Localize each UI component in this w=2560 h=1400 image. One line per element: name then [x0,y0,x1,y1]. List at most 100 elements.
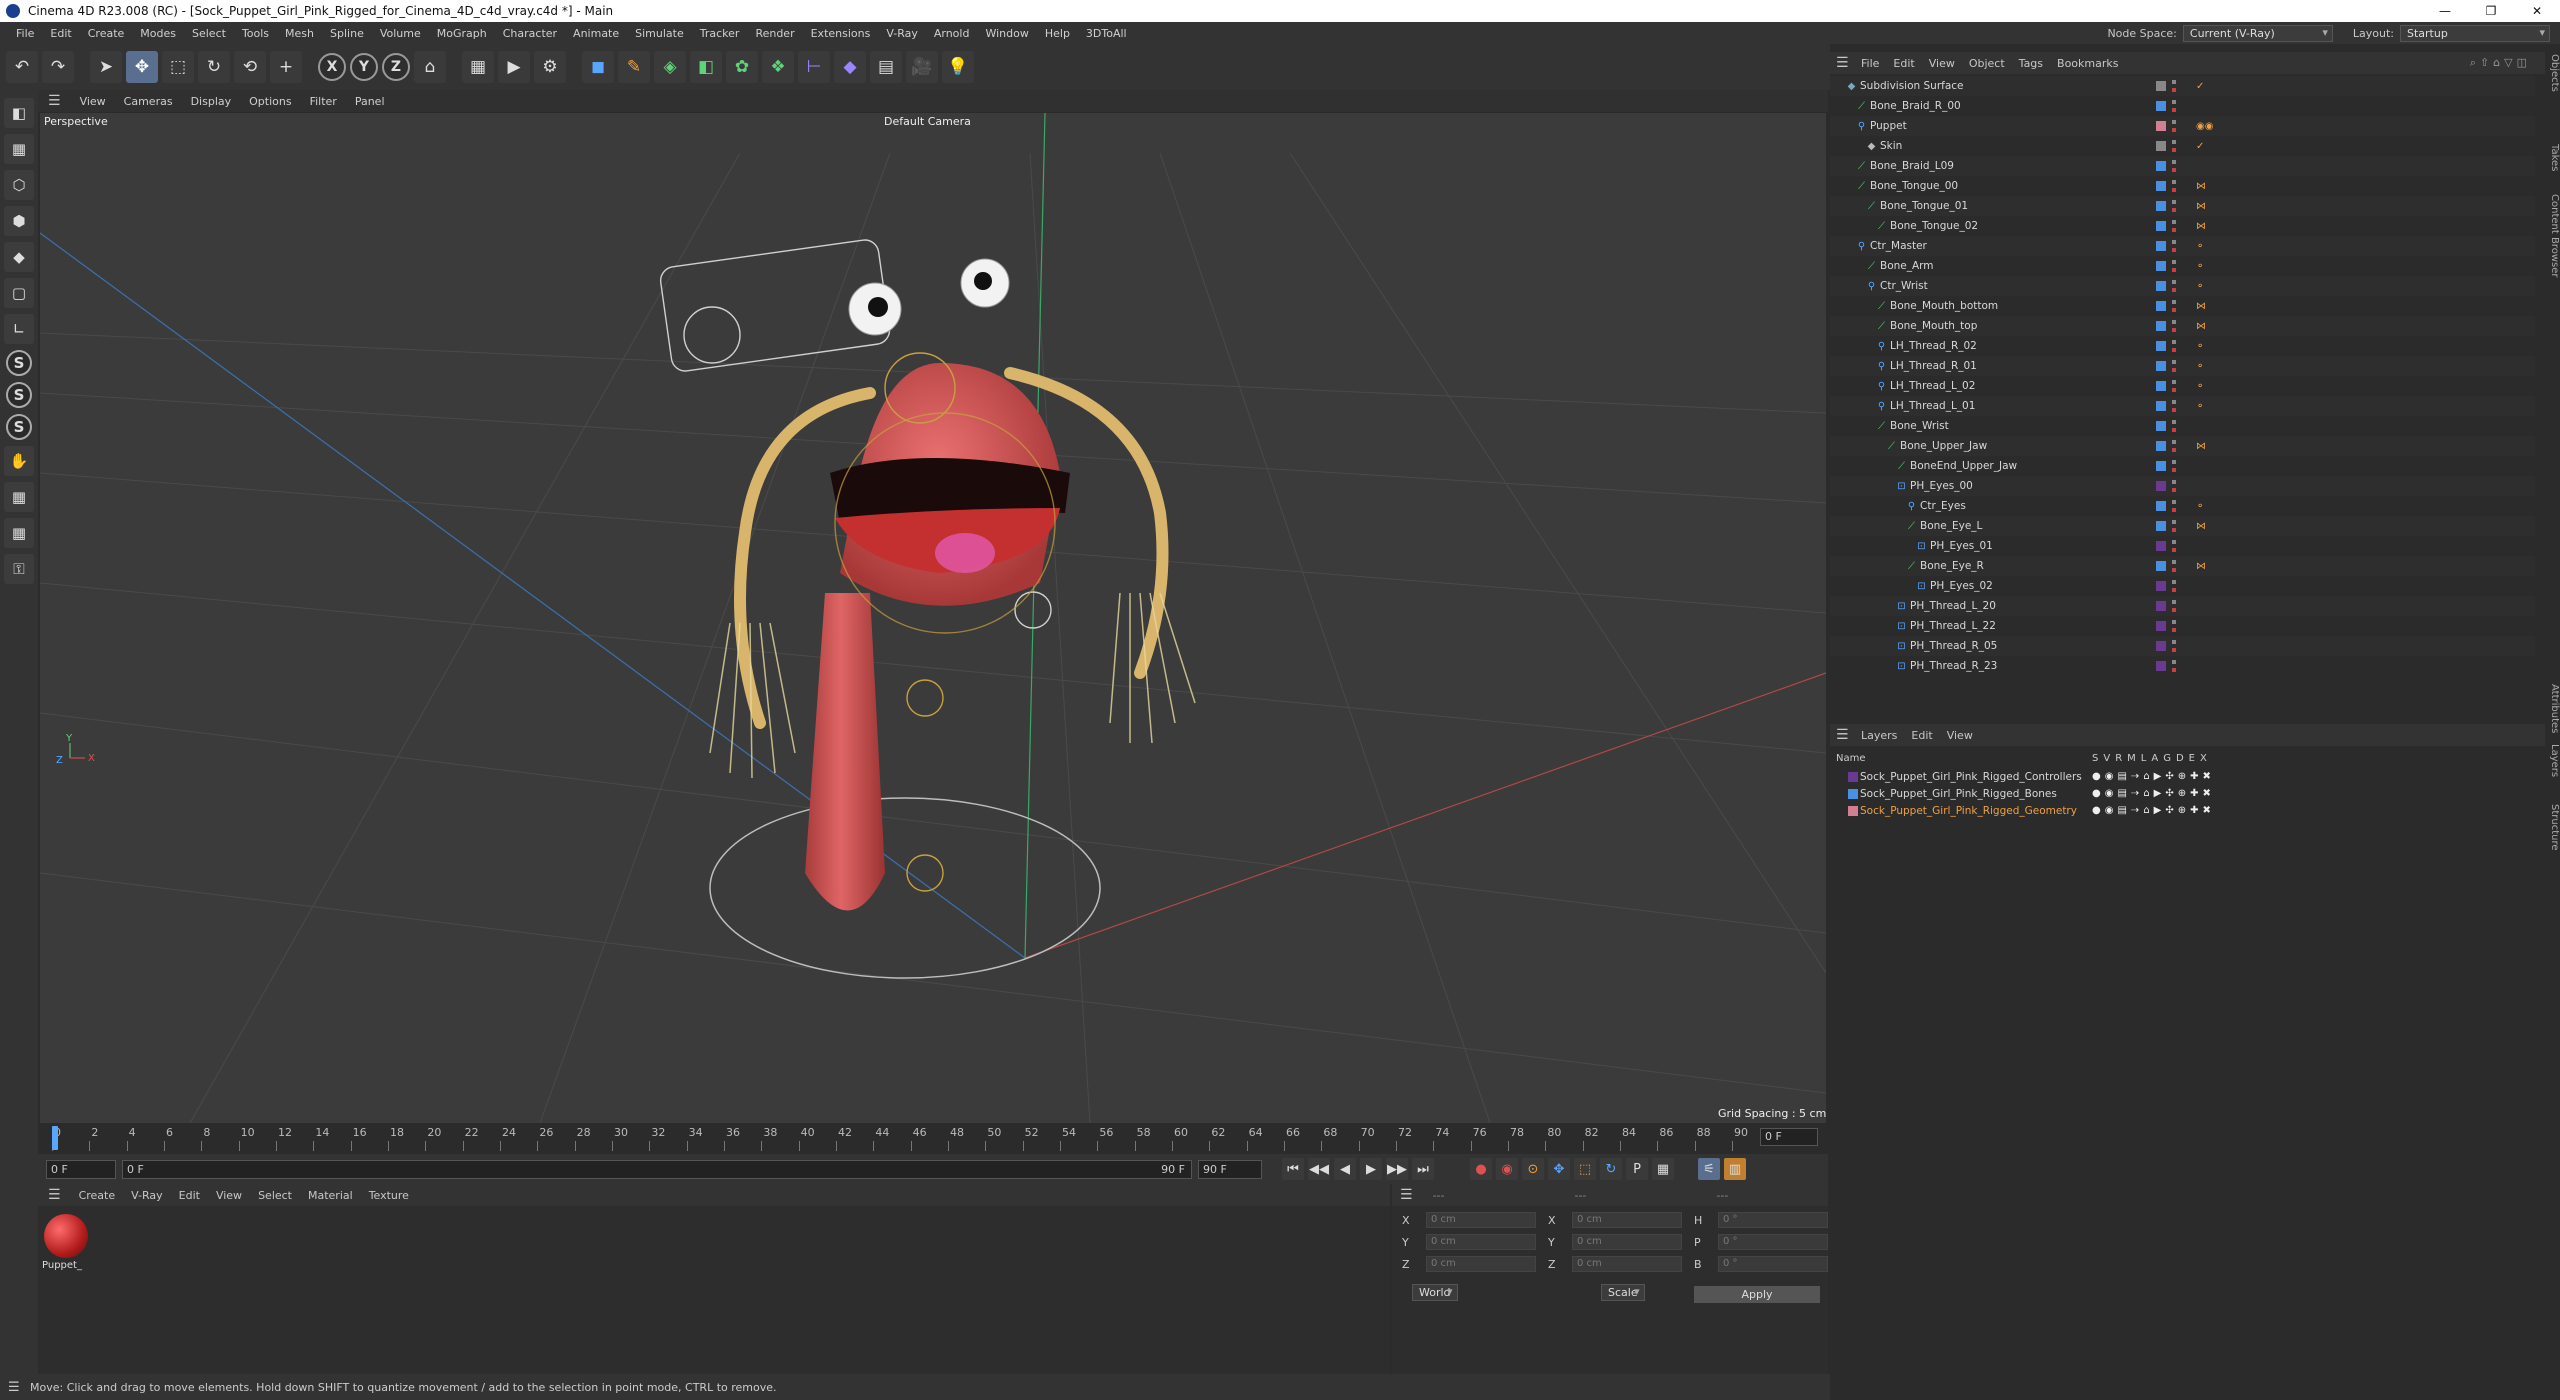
material-menu-select[interactable]: Select [250,1189,300,1202]
layer-toggle-icon[interactable]: ✖ [2203,771,2211,782]
object-tags[interactable]: ⋈ [2196,561,2206,572]
layer-row[interactable]: Sock_Puppet_Girl_Pink_Rigged_Geometry ● ◉ ▤… [1830,802,2530,819]
object-row[interactable]: ⟋ Bone_Eye_L ⋈ [1830,516,2535,536]
menu-extensions[interactable]: Extensions [803,27,879,40]
model-mode-icon[interactable]: ◧ [4,98,34,128]
hamburger-icon[interactable]: ☰ [1836,727,1849,743]
solo-icon[interactable]: S [6,414,32,440]
layer-menu-view[interactable]: View [1940,729,1980,742]
hamburger-icon[interactable]: ☰ [38,93,71,109]
object-row[interactable]: ⟋ Bone_Mouth_top ⋈ [1830,316,2535,336]
start-frame-field[interactable]: 0 F [46,1159,116,1179]
previous-key-icon[interactable]: ◀◀ [1308,1158,1330,1180]
object-tags[interactable]: ⚬ [2196,401,2204,412]
z-axis-icon[interactable]: Z [382,53,410,81]
layer-toggle-icon[interactable]: ✚ [2190,805,2198,816]
object-tags[interactable]: ⋈ [2196,521,2206,532]
layer-toggle-icon[interactable]: ✖ [2203,788,2211,799]
object-tags[interactable]: ⚬ [2196,281,2204,292]
texture-mode-icon[interactable]: ▦ [4,134,34,164]
menu-simulate[interactable]: Simulate [627,27,692,40]
auto-key-icon[interactable]: ◉ [1496,1158,1518,1180]
object-row[interactable]: ⟋ Bone_Upper_Jaw ⋈ [1830,436,2535,456]
object-row[interactable]: ⚲ Ctr_Master ⚬ [1830,236,2535,256]
layer-toggle-icon[interactable]: ◉ [2105,805,2114,816]
coord-value-field[interactable]: 0 cm [1572,1234,1682,1250]
object-tags[interactable]: ⚬ [2196,361,2204,372]
object-search-filter-icons[interactable]: ⌕⇧⌂▽◫ [2470,56,2531,70]
layer-toggle-icon[interactable]: ✣ [2165,788,2173,799]
layer-toggle-icon[interactable]: ⇢ [2131,788,2139,799]
visibility-dots[interactable] [2172,120,2176,132]
extrude-icon[interactable]: ◧ [690,51,722,83]
object-row[interactable]: ⟋ Bone_Wrist [1830,416,2535,436]
coord-value-field[interactable]: 0 cm [1426,1212,1536,1228]
menu-file[interactable]: File [8,27,42,40]
object-row[interactable]: ⊡ PH_Thread_R_23 [1830,656,2535,676]
hamburger-icon[interactable]: ☰ [1836,55,1849,71]
object-menu-view[interactable]: View [1922,57,1962,70]
material-menu-texture[interactable]: Texture [361,1189,417,1202]
node-space-dropdown[interactable]: Current (V-Ray) [2182,24,2333,42]
object-row[interactable]: ◆ Skin ✓ [1830,136,2535,156]
layer-toggle-icon[interactable]: ✚ [2190,788,2198,799]
visibility-dots[interactable] [2172,580,2176,592]
layer-toggle-icon[interactable]: ⊕ [2178,805,2186,816]
timeline-window-icon[interactable]: ⚟ [1698,1158,1720,1180]
layer-menu-layers[interactable]: Layers [1854,729,1904,742]
hamburger-icon[interactable]: ☰ [38,1187,71,1203]
menu-window[interactable]: Window [977,27,1036,40]
layer-toggle-icon[interactable]: ▶ [2154,788,2162,799]
object-tags[interactable]: ⚬ [2196,501,2204,512]
object-row[interactable]: ⟋ Bone_Eye_R ⋈ [1830,556,2535,576]
dope-sheet-icon[interactable]: ▥ [1724,1158,1746,1180]
layer-toggle-icon[interactable]: ◉ [2105,771,2114,782]
record-icon[interactable]: ● [1470,1158,1492,1180]
floor-icon[interactable]: ▤ [870,51,902,83]
visibility-dots[interactable] [2172,380,2176,392]
visibility-dots[interactable] [2172,500,2176,512]
layer-toggle-icon[interactable]: ▶ [2154,805,2162,816]
layer-row[interactable]: Sock_Puppet_Girl_Pink_Rigged_Controllers… [1830,768,2530,785]
object-row[interactable]: ⟋ Bone_Tongue_00 ⋈ [1830,176,2535,196]
layer-toggle-icon[interactable]: ⇢ [2131,805,2139,816]
layer-toggle-icon[interactable]: ▤ [2117,788,2126,799]
recent-icon[interactable]: ⟲ [234,51,266,83]
object-row[interactable]: ⚲ LH_Thread_R_02 ⚬ [1830,336,2535,356]
visibility-dots[interactable] [2172,220,2176,232]
visibility-dots[interactable] [2172,440,2176,452]
layer-toggle-icon[interactable]: ▤ [2117,805,2126,816]
menu-spline[interactable]: Spline [322,27,372,40]
menu-animate[interactable]: Animate [565,27,627,40]
object-row[interactable]: ⊡ PH_Thread_L_22 [1830,616,2535,636]
visibility-dots[interactable] [2172,480,2176,492]
visibility-dots[interactable] [2172,160,2176,172]
object-row[interactable]: ⊡ PH_Eyes_02 [1830,576,2535,596]
select-icon[interactable]: ➤ [90,51,122,83]
layer-toggle-icon[interactable]: ▤ [2117,771,2126,782]
visibility-dots[interactable] [2172,260,2176,272]
mode-dropdown[interactable]: Scale [1601,1284,1645,1301]
menu-select[interactable]: Select [184,27,234,40]
visibility-dots[interactable] [2172,80,2176,92]
visibility-dots[interactable] [2172,460,2176,472]
object-row[interactable]: ⟋ Bone_Mouth_bottom ⋈ [1830,296,2535,316]
end-frame-field[interactable]: 90 F [1198,1159,1262,1179]
layer-toggle-icon[interactable]: ⌂ [2143,771,2149,782]
visibility-dots[interactable] [2172,540,2176,552]
layer-toggle-icon[interactable]: ◉ [2105,788,2114,799]
menu-3dtoall[interactable]: 3DToAll [1078,27,1135,40]
visibility-dots[interactable] [2172,620,2176,632]
object-row[interactable]: ⟋ Bone_Tongue_01 ⋈ [1830,196,2535,216]
move-icon[interactable]: ✥ [126,51,158,83]
playhead[interactable] [52,1126,58,1150]
layer-toggle-icon[interactable]: ● [2092,771,2101,782]
menu-character[interactable]: Character [495,27,565,40]
visibility-dots[interactable] [2172,640,2176,652]
points-icon[interactable]: ⬡ [4,170,34,200]
y-axis-icon[interactable]: Y [350,53,378,81]
side-tab-content-browser[interactable]: Content Browser [2545,194,2560,277]
camera-icon[interactable]: 🎥 [906,51,938,83]
redo-icon[interactable]: ↷ [42,51,74,83]
rotate-icon[interactable]: ↻ [198,51,230,83]
